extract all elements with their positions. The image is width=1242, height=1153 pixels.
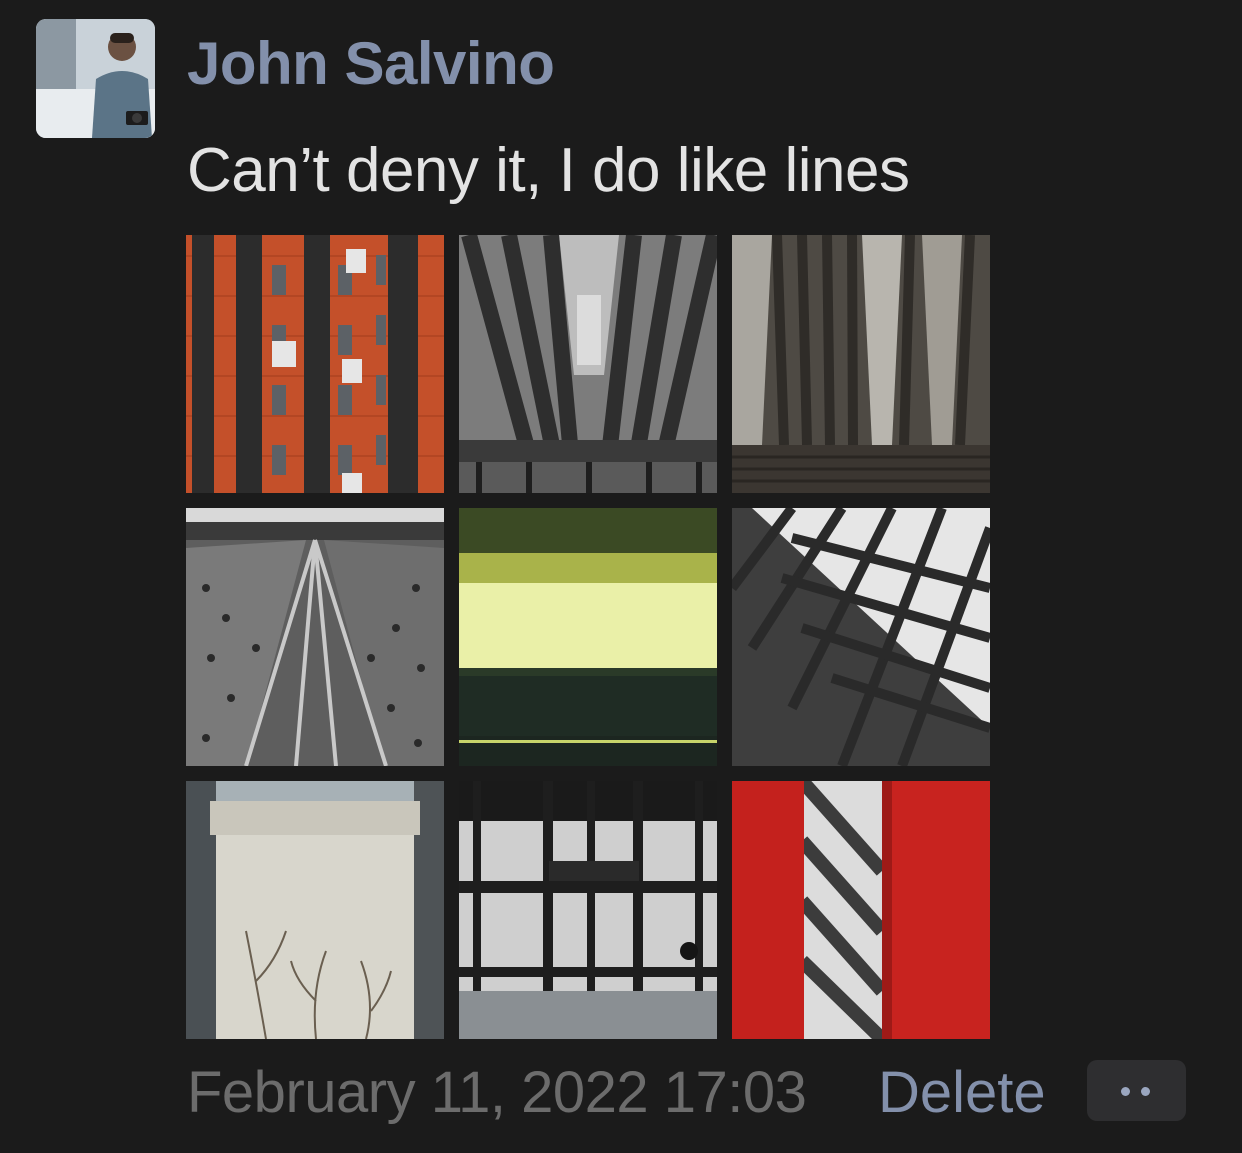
photo-grid-roof[interactable]	[732, 508, 990, 766]
more-dots-icon	[1141, 1087, 1150, 1096]
avatar[interactable]	[36, 19, 155, 138]
photo-metal-panels[interactable]	[732, 235, 990, 493]
more-options-button[interactable]	[1087, 1060, 1186, 1121]
photo-perforated-ceiling[interactable]	[186, 508, 444, 766]
photo-wall-with-vines[interactable]	[186, 781, 444, 1039]
more-dots-icon	[1121, 1087, 1130, 1096]
author-name[interactable]: John Salvino	[187, 28, 555, 100]
photo-looking-up-balconies[interactable]	[459, 235, 717, 493]
photo-glass-ceiling[interactable]	[459, 781, 717, 1039]
photo-grid	[186, 235, 990, 1039]
photo-red-pillars[interactable]	[732, 781, 990, 1039]
post-timestamp: February 11, 2022 17:03	[187, 1060, 807, 1125]
delete-button[interactable]: Delete	[878, 1058, 1046, 1128]
photo-yellow-light-window[interactable]	[459, 508, 717, 766]
post-message: Can’t deny it, I do like lines	[187, 136, 910, 205]
photo-red-brick-building[interactable]	[186, 235, 444, 493]
